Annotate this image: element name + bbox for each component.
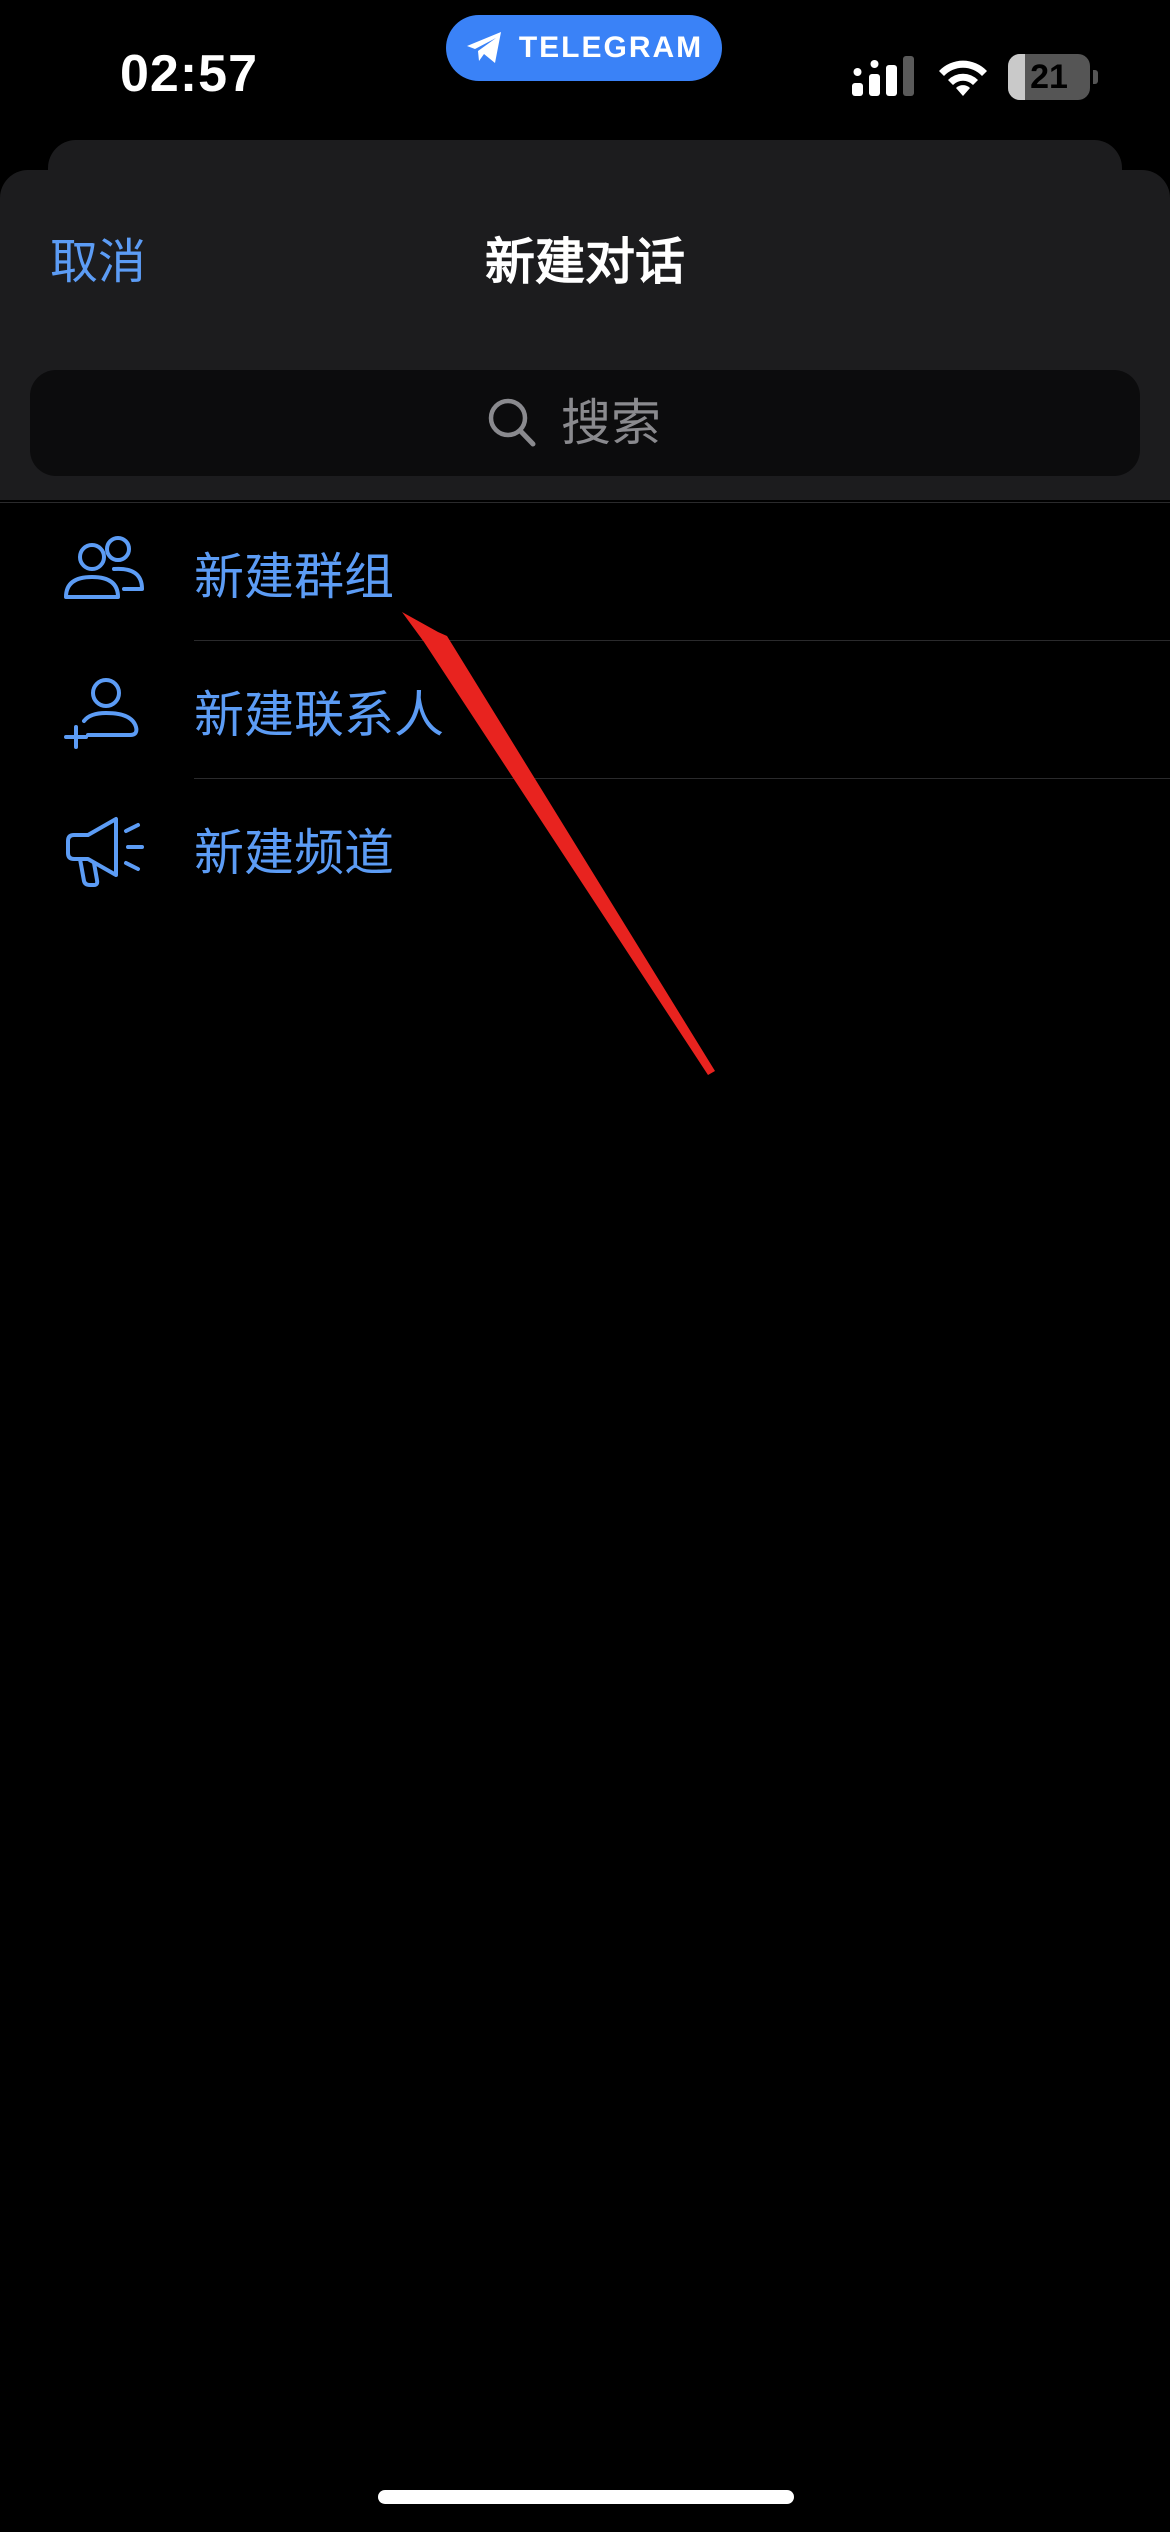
status-bar: 02:57 TELEGRAM 21 (0, 0, 1170, 150)
cellular-signal-icon (852, 56, 914, 96)
screen: 02:57 TELEGRAM 21 取消 新建对话 搜索 新建群组 新建联系人 … (0, 0, 1170, 2532)
search-field[interactable] (30, 370, 1140, 476)
telegram-plane-icon (466, 32, 501, 63)
new-contact-item[interactable]: 新建联系人 (0, 641, 1170, 779)
home-indicator[interactable] (378, 2490, 794, 2504)
battery-body: 21 (1008, 54, 1090, 100)
new-group-item[interactable]: 新建群组 (0, 503, 1170, 641)
new-group-label: 新建群组 (194, 548, 394, 606)
search-icon (488, 398, 536, 447)
sheet-title: 新建对话 (485, 233, 685, 291)
search-input[interactable] (559, 393, 683, 453)
new-chat-options-list: 新建群组 新建联系人 新建频道 (0, 502, 1170, 917)
new-contact-label: 新建联系人 (194, 686, 444, 744)
wifi-icon (939, 60, 987, 96)
app-pill-label: TELEGRAM (518, 31, 704, 64)
return-to-app-pill[interactable]: TELEGRAM (446, 15, 722, 81)
new-channel-item[interactable]: 新建频道 (0, 779, 1170, 917)
battery-percentage: 21 (1030, 58, 1068, 96)
megaphone-icon (66, 817, 144, 887)
new-channel-label: 新建频道 (194, 824, 394, 882)
battery-tip (1093, 70, 1098, 84)
group-icon (64, 536, 144, 599)
battery-indicator: 21 (1008, 54, 1098, 100)
add-contact-icon (64, 678, 139, 749)
status-time: 02:57 (120, 45, 258, 103)
